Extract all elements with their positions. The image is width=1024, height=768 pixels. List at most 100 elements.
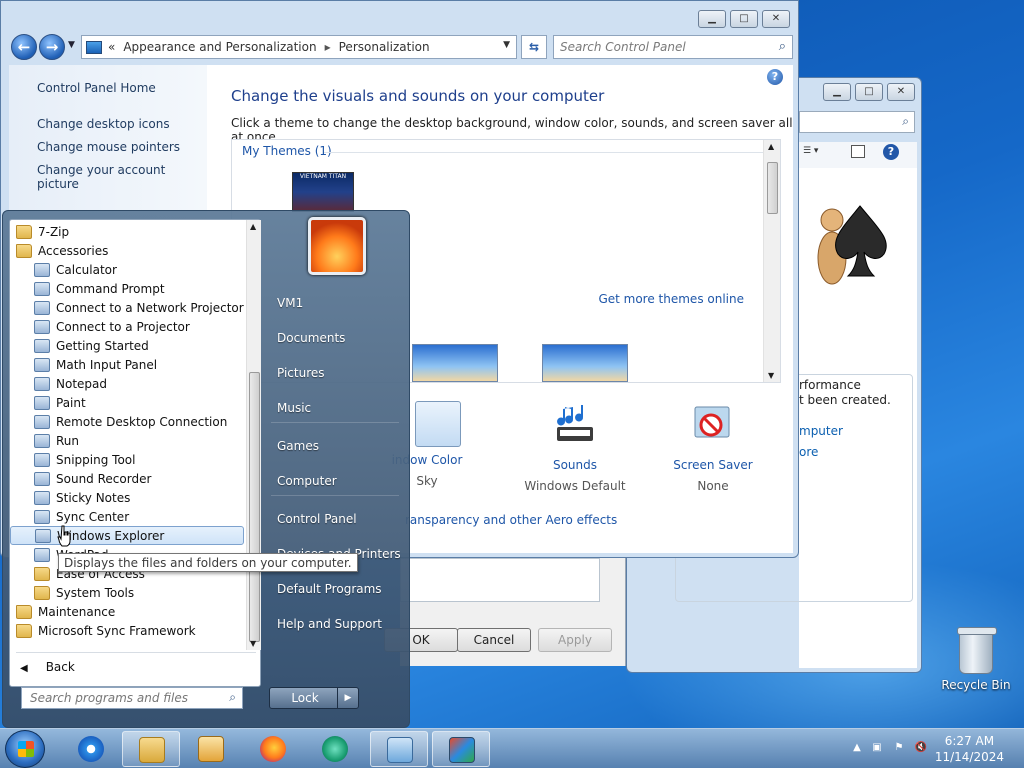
start-menu[interactable]: 7-Zip Accessories Calculator Command Prompt… bbox=[2, 210, 410, 728]
program-item[interactable]: Windows Explorer bbox=[10, 526, 244, 545]
program-item[interactable]: Sound Recorder bbox=[10, 469, 244, 488]
theme-scrollbar[interactable]: ▲ ▼ bbox=[763, 140, 780, 382]
address-bar[interactable]: « Appearance and Personalization ▸ Perso… bbox=[81, 35, 517, 59]
start-menu-right-item[interactable]: Documents bbox=[277, 331, 345, 345]
sounds-item[interactable]: Sounds Windows Default bbox=[515, 401, 635, 493]
change-account-picture-link[interactable]: Change your account picture bbox=[37, 163, 207, 191]
program-item[interactable]: Sync Center bbox=[10, 507, 244, 526]
minimize-button[interactable]: ▁ bbox=[698, 10, 726, 28]
start-menu-right-item[interactable]: Control Panel bbox=[277, 512, 357, 526]
taskbar-control-panel[interactable] bbox=[370, 731, 428, 767]
program-item[interactable]: System Tools bbox=[10, 583, 244, 602]
breadcrumb-separator-icon[interactable]: ▸ bbox=[325, 40, 331, 54]
scroll-up-icon[interactable]: ▲ bbox=[768, 142, 774, 151]
breadcrumb-appearance[interactable]: Appearance and Personalization bbox=[123, 40, 316, 54]
close-button[interactable]: ✕ bbox=[887, 83, 915, 101]
breadcrumb-overflow[interactable]: « bbox=[108, 40, 115, 54]
address-dropdown-icon[interactable]: ▼ bbox=[503, 40, 510, 50]
action-center-flag-icon[interactable]: ⚑ bbox=[892, 742, 906, 756]
more-link[interactable]: ore bbox=[799, 445, 911, 460]
lock-button[interactable]: Lock bbox=[269, 687, 341, 709]
search-icon[interactable]: ⌕ bbox=[229, 690, 236, 705]
start-menu-right-item[interactable]: Games bbox=[277, 439, 319, 453]
program-item[interactable]: Getting Started bbox=[10, 336, 244, 355]
program-item[interactable]: Calculator bbox=[10, 260, 244, 279]
start-menu-right-item[interactable]: VM1 bbox=[277, 296, 303, 310]
program-item[interactable]: Connect to a Network Projector bbox=[10, 298, 244, 317]
search-input[interactable]: Search Control Panel ⌕ bbox=[553, 35, 793, 59]
program-item[interactable]: Math Input Panel bbox=[10, 355, 244, 374]
theme-landscape-thumbnail-2[interactable] bbox=[542, 344, 628, 382]
start-menu-right-item[interactable]: Pictures bbox=[277, 366, 325, 380]
screen-saver-value: None bbox=[697, 479, 729, 493]
back-arrow-icon[interactable]: ← bbox=[11, 34, 37, 60]
clock[interactable]: 6:27 AM 11/14/2024 bbox=[935, 733, 1004, 765]
scroll-up-icon[interactable]: ▲ bbox=[250, 222, 256, 231]
view-menu-icon[interactable]: ☰ ▾ bbox=[803, 146, 818, 156]
recent-pages-icon[interactable]: ▼ bbox=[68, 40, 75, 50]
scroll-down-icon[interactable]: ▼ bbox=[768, 371, 774, 380]
forward-arrow-icon[interactable]: → bbox=[39, 34, 65, 60]
maximize-button[interactable]: □ bbox=[730, 10, 758, 28]
refresh-icon[interactable]: ⇆ bbox=[521, 35, 547, 59]
preview-pane-icon[interactable] bbox=[851, 145, 865, 158]
program-item[interactable]: Accessories bbox=[10, 241, 244, 260]
program-item[interactable]: Paint bbox=[10, 393, 244, 412]
taskbar-media-player[interactable] bbox=[182, 731, 240, 767]
theme-landscape-thumbnail[interactable] bbox=[412, 344, 498, 382]
taskbar-firefox[interactable] bbox=[244, 731, 302, 767]
apply-button[interactable]: Apply bbox=[538, 628, 612, 652]
program-item[interactable]: Snipping Tool bbox=[10, 450, 244, 469]
change-mouse-pointers-link[interactable]: Change mouse pointers bbox=[37, 140, 180, 154]
back-button[interactable]: ◀ Back bbox=[20, 660, 75, 674]
breadcrumb-personalization[interactable]: Personalization bbox=[339, 40, 430, 54]
shutdown-options-arrow-icon[interactable]: ▶ bbox=[337, 687, 359, 709]
programs-scrollbar[interactable]: ▲ ▼ bbox=[246, 220, 261, 650]
sounds-label[interactable]: Sounds bbox=[515, 458, 635, 472]
program-item[interactable]: Connect to a Projector bbox=[10, 317, 244, 336]
start-search-input[interactable]: Search programs and files ⌕ bbox=[21, 687, 243, 709]
program-item[interactable]: Notepad bbox=[10, 374, 244, 393]
show-hidden-icons-icon[interactable]: ▲ bbox=[850, 742, 864, 756]
search-input[interactable]: ⌕ bbox=[799, 111, 915, 133]
screen-saver-label[interactable]: Screen Saver bbox=[653, 458, 773, 472]
program-item[interactable]: Run bbox=[10, 431, 244, 450]
program-item[interactable]: Maintenance bbox=[10, 602, 244, 621]
start-menu-right-item[interactable]: Default Programs bbox=[277, 582, 382, 596]
computer-link[interactable]: mputer bbox=[799, 424, 911, 439]
help-icon[interactable]: ? bbox=[767, 69, 783, 85]
network-icon[interactable]: ▣ bbox=[870, 742, 884, 756]
scroll-down-icon[interactable]: ▼ bbox=[250, 639, 256, 648]
user-avatar[interactable] bbox=[308, 217, 366, 275]
program-item[interactable]: Sticky Notes bbox=[10, 488, 244, 507]
recycle-bin[interactable]: Recycle Bin bbox=[940, 627, 1012, 692]
aero-effects-link[interactable]: ransparency and other Aero effects bbox=[405, 513, 617, 527]
theme-thumbnail[interactable]: VIETNAM TITAN bbox=[292, 172, 354, 212]
taskbar-personalization[interactable] bbox=[432, 731, 490, 767]
taskbar-ie[interactable] bbox=[62, 731, 120, 767]
maximize-button[interactable]: □ bbox=[855, 83, 883, 101]
program-item[interactable]: Command Prompt bbox=[10, 279, 244, 298]
get-more-themes-link[interactable]: Get more themes online bbox=[598, 292, 744, 306]
start-menu-right-item[interactable]: Music bbox=[277, 401, 311, 415]
close-button[interactable]: ✕ bbox=[762, 10, 790, 28]
minimize-button[interactable]: ▁ bbox=[823, 83, 851, 101]
scrollbar-thumb[interactable] bbox=[767, 162, 778, 214]
volume-muted-icon[interactable]: 🔇 bbox=[914, 742, 928, 756]
folder-icon bbox=[16, 243, 32, 258]
program-item[interactable]: Microsoft Sync Framework bbox=[10, 621, 244, 640]
program-item[interactable]: Remote Desktop Connection bbox=[10, 412, 244, 431]
program-item[interactable]: 7-Zip bbox=[10, 222, 244, 241]
start-button[interactable] bbox=[5, 730, 45, 768]
taskbar-sync[interactable] bbox=[306, 731, 364, 767]
search-icon[interactable]: ⌕ bbox=[779, 39, 786, 54]
change-desktop-icons-link[interactable]: Change desktop icons bbox=[37, 117, 170, 131]
start-menu-right-item[interactable]: Help and Support bbox=[277, 617, 382, 631]
taskbar-explorer[interactable] bbox=[122, 731, 180, 767]
cancel-button[interactable]: Cancel bbox=[457, 628, 531, 652]
screen-saver-item[interactable]: Screen Saver None bbox=[653, 401, 773, 493]
start-menu-right-item[interactable]: Computer bbox=[277, 474, 337, 488]
control-panel-home-link[interactable]: Control Panel Home bbox=[37, 81, 156, 95]
help-icon[interactable]: ? bbox=[883, 144, 899, 160]
scrollbar-thumb[interactable] bbox=[249, 372, 260, 642]
